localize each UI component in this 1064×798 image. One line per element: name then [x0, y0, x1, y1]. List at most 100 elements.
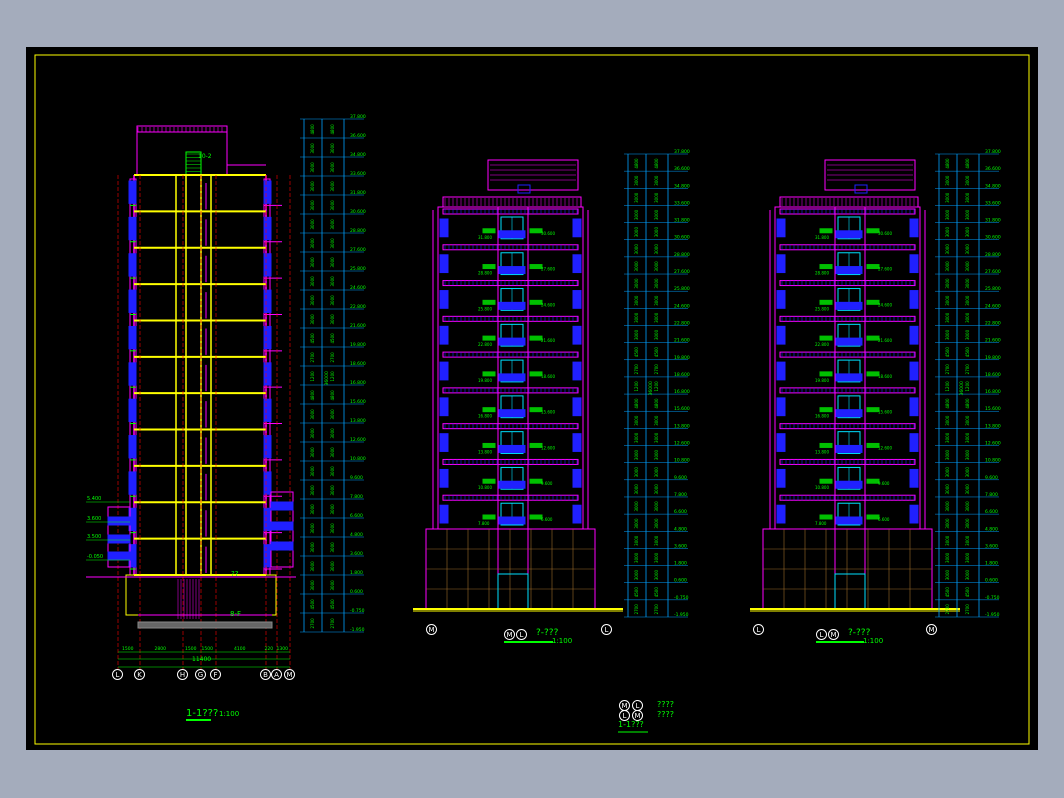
section-floor-dim: 3000: [310, 447, 315, 458]
elev-left-floor-dim: 3000: [654, 329, 659, 340]
section-dim-label: 220: [265, 646, 274, 652]
section-floor-dim: 4500: [330, 333, 335, 344]
cad-drawing: 5.400 3.600 3.500 -0.050 1500 2800 1500 1500 410…: [34, 54, 1030, 745]
elev-left-elevation-label: 15.600: [674, 406, 690, 412]
legend-title: 1-1???: [618, 720, 644, 729]
elev-left-floor-dim: 3000: [654, 501, 659, 512]
elev-right-elevation-label: 16.800: [985, 389, 1001, 395]
elev-left-elevation-label: 16.800: [674, 389, 690, 395]
section-floor-dim: 3000: [330, 162, 335, 173]
elev-right-floor-dim: 3000: [945, 244, 950, 255]
section-window-right: [263, 180, 272, 204]
section-floor-dim: 3000: [310, 485, 315, 496]
section-title: 1-1???: [186, 708, 219, 719]
elev-right-elevation-label: 1.800: [985, 561, 998, 567]
elev-left-floor-dim: 3000: [634, 278, 639, 289]
elev-right-title-axis-m: M: [828, 629, 839, 640]
elev-right-floor-dim: 4800: [965, 158, 970, 169]
elev-right-floor-dim: 3000: [945, 518, 950, 529]
section-window-left: [128, 471, 137, 495]
elev-left-planter: [482, 335, 496, 341]
elev-left-floor-dim: 4500: [634, 587, 639, 598]
section-floor-dim: 3000: [310, 181, 315, 192]
elev-left-side-window-left: [439, 290, 449, 309]
elev-left-center-balcony: [498, 444, 526, 453]
section-window-right: [263, 253, 272, 277]
elev-right-elevation-label: 22.800: [985, 320, 1001, 326]
elev-right-balcony-rail: [779, 494, 916, 501]
elev-right-floor-level: 24.600: [878, 302, 892, 307]
elev-right-elevation-label: 15.600: [985, 406, 1001, 412]
elev-right-total-height: 36000: [959, 381, 965, 395]
elev-right-elevation-label: 13.800: [985, 423, 1001, 429]
elev-right-floor-dim: 1200: [965, 381, 970, 392]
elev-right-elevation-label: 21.600: [985, 338, 1001, 344]
elev-right-floor-dim: 4500: [945, 587, 950, 598]
elev-right-elevation-label: 4.800: [985, 526, 998, 532]
elev-left-floor-dim: 4800: [634, 398, 639, 409]
section-dim-label: 1500: [202, 646, 214, 652]
elev-left-balcony-rail: [442, 423, 579, 430]
elev-right-floor-dim: 3000: [965, 432, 970, 443]
elev-right-floor-dim: 4500: [965, 587, 970, 598]
section-floor-dim: 3000: [310, 561, 315, 572]
elev-left-elevation-label: 30.600: [674, 235, 690, 241]
elev-left-floor-dim: 4500: [654, 587, 659, 598]
section-floor-dim: 3000: [310, 257, 315, 268]
elev-left-planter: [482, 264, 496, 270]
elev-right-side-window-left: [776, 361, 786, 381]
elev-left-floor-level: 13.800: [478, 449, 492, 454]
elev-right-floor-level: 15.600: [878, 410, 892, 415]
elev-right-floor-level: 10.800: [815, 485, 829, 490]
section-total-height: 36000: [324, 371, 330, 385]
section-total-dim: 11400: [192, 656, 212, 663]
elev-left-side-window-left: [439, 254, 449, 274]
elev-right-elevation-label: -1.950: [985, 612, 1000, 618]
section-elevation-label: 30.600: [350, 209, 366, 215]
section-floor-dim: 4800: [310, 390, 315, 401]
drawing-canvas[interactable]: 5.400 3.600 3.500 -0.050 1500 2800 1500 1500 410…: [26, 47, 1038, 750]
elev-right-floor-dim: 3000: [965, 278, 970, 289]
section-elevation-label: 13.800: [350, 418, 366, 424]
elev-right-planter: [819, 442, 833, 448]
elev-right-floor-level: 30.600: [878, 231, 892, 236]
elev-right-title-axis-l: L: [816, 629, 827, 640]
elev-left-side-window-left: [439, 504, 449, 524]
elev-left-floor-dim: 3000: [654, 552, 659, 563]
section-floor-dim: 3000: [310, 276, 315, 287]
elev-left-elevation-label: 4.800: [674, 526, 687, 532]
elev-right-balcony-rail: [779, 280, 916, 287]
elev-left-floor-dim: 4800: [634, 158, 639, 169]
elev-left-floor-dim: 4800: [654, 158, 659, 169]
elev-left-planter: [482, 299, 496, 305]
section-floor-dim: 3000: [330, 561, 335, 572]
elev-right-floor-dim: 3000: [945, 209, 950, 220]
elev-right-floor-dim: 3000: [945, 192, 950, 203]
section-window-left: [128, 398, 137, 423]
elev-right-balcony-rail: [779, 244, 916, 251]
section-floor-dim: 3000: [310, 428, 315, 439]
section-floor-dim: 2700: [310, 352, 315, 363]
section-window-left: [128, 325, 137, 350]
elev-right-side-window-left: [776, 325, 786, 345]
elev-right-side-window-right: [909, 325, 919, 345]
elev-right-floor-level: 28.800: [815, 271, 829, 276]
elev-right-side-window-right: [909, 254, 919, 274]
section-elevation-label: 25.800: [350, 266, 366, 272]
elev-right-elevation-label: 6.600: [985, 509, 998, 515]
axis-bubble-g: G: [195, 669, 206, 680]
elev-right-floor-dim: 3000: [965, 175, 970, 186]
elev-left-elevation-label: 3.600: [674, 543, 687, 549]
elev-right-floor-dim: 3000: [965, 501, 970, 512]
elev-left-floor-level: 25.800: [478, 306, 492, 311]
elev-right-side-window-right: [909, 433, 919, 452]
section-floor-dim: 3000: [330, 257, 335, 268]
elev-left-elevation-label: 27.600: [674, 269, 690, 275]
elev-left-floor-dim: 3000: [634, 227, 639, 238]
elev-left-floor-level: 7.800: [478, 521, 490, 526]
elev-left-floor-dim: 3000: [654, 312, 659, 323]
elev-left-floor-dim: 2700: [654, 604, 659, 615]
stair-tower: [136, 131, 228, 176]
elev-left-entrance: [497, 573, 529, 610]
elev-left-floor-dim: 3000: [634, 535, 639, 546]
